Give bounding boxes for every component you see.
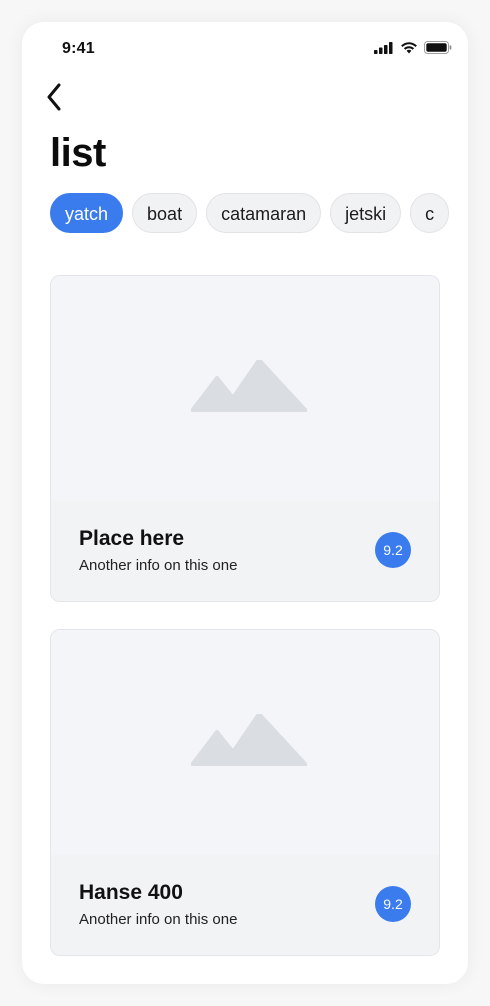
list-card[interactable]: Hanse 400 Another info on this one 9.2 [50,629,440,956]
card-subtitle: Another info on this one [79,911,238,928]
wifi-icon [400,41,418,59]
card-title: Place here [79,527,185,550]
page-title: list [50,131,106,175]
status-icons [374,41,452,59]
card-image [51,630,439,855]
back-button[interactable] [42,83,66,116]
list-card[interactable]: Place here Another info on this one 9.2 [50,275,440,602]
screen-background: 9:41 list yatch boat catamaran jetski c … [0,0,490,1006]
card-info: Hanse 400 Another info on this one 9.2 [51,855,439,955]
chip-catamaran[interactable]: catamaran [206,193,322,233]
card-title: Hanse 400 [79,881,183,904]
chip-jetski[interactable]: jetski [330,193,402,233]
chip-yatch[interactable]: yatch [50,193,124,233]
card-image [51,276,439,501]
cellular-signal-icon [374,41,394,59]
chip-boat[interactable]: boat [132,193,198,233]
chip-partial[interactable]: c [410,193,450,233]
battery-icon [424,41,452,59]
card-subtitle: Another info on this one [79,557,238,574]
filter-chips: yatch boat catamaran jetski c [50,193,468,235]
phone-frame: 9:41 list yatch boat catamaran jetski c … [22,22,468,984]
card-info: Place here Another info on this one 9.2 [51,501,439,601]
rating-badge: 9.2 [375,886,411,922]
rating-badge: 9.2 [375,532,411,568]
chevron-left-icon [46,83,62,116]
status-time: 9:41 [62,40,95,57]
